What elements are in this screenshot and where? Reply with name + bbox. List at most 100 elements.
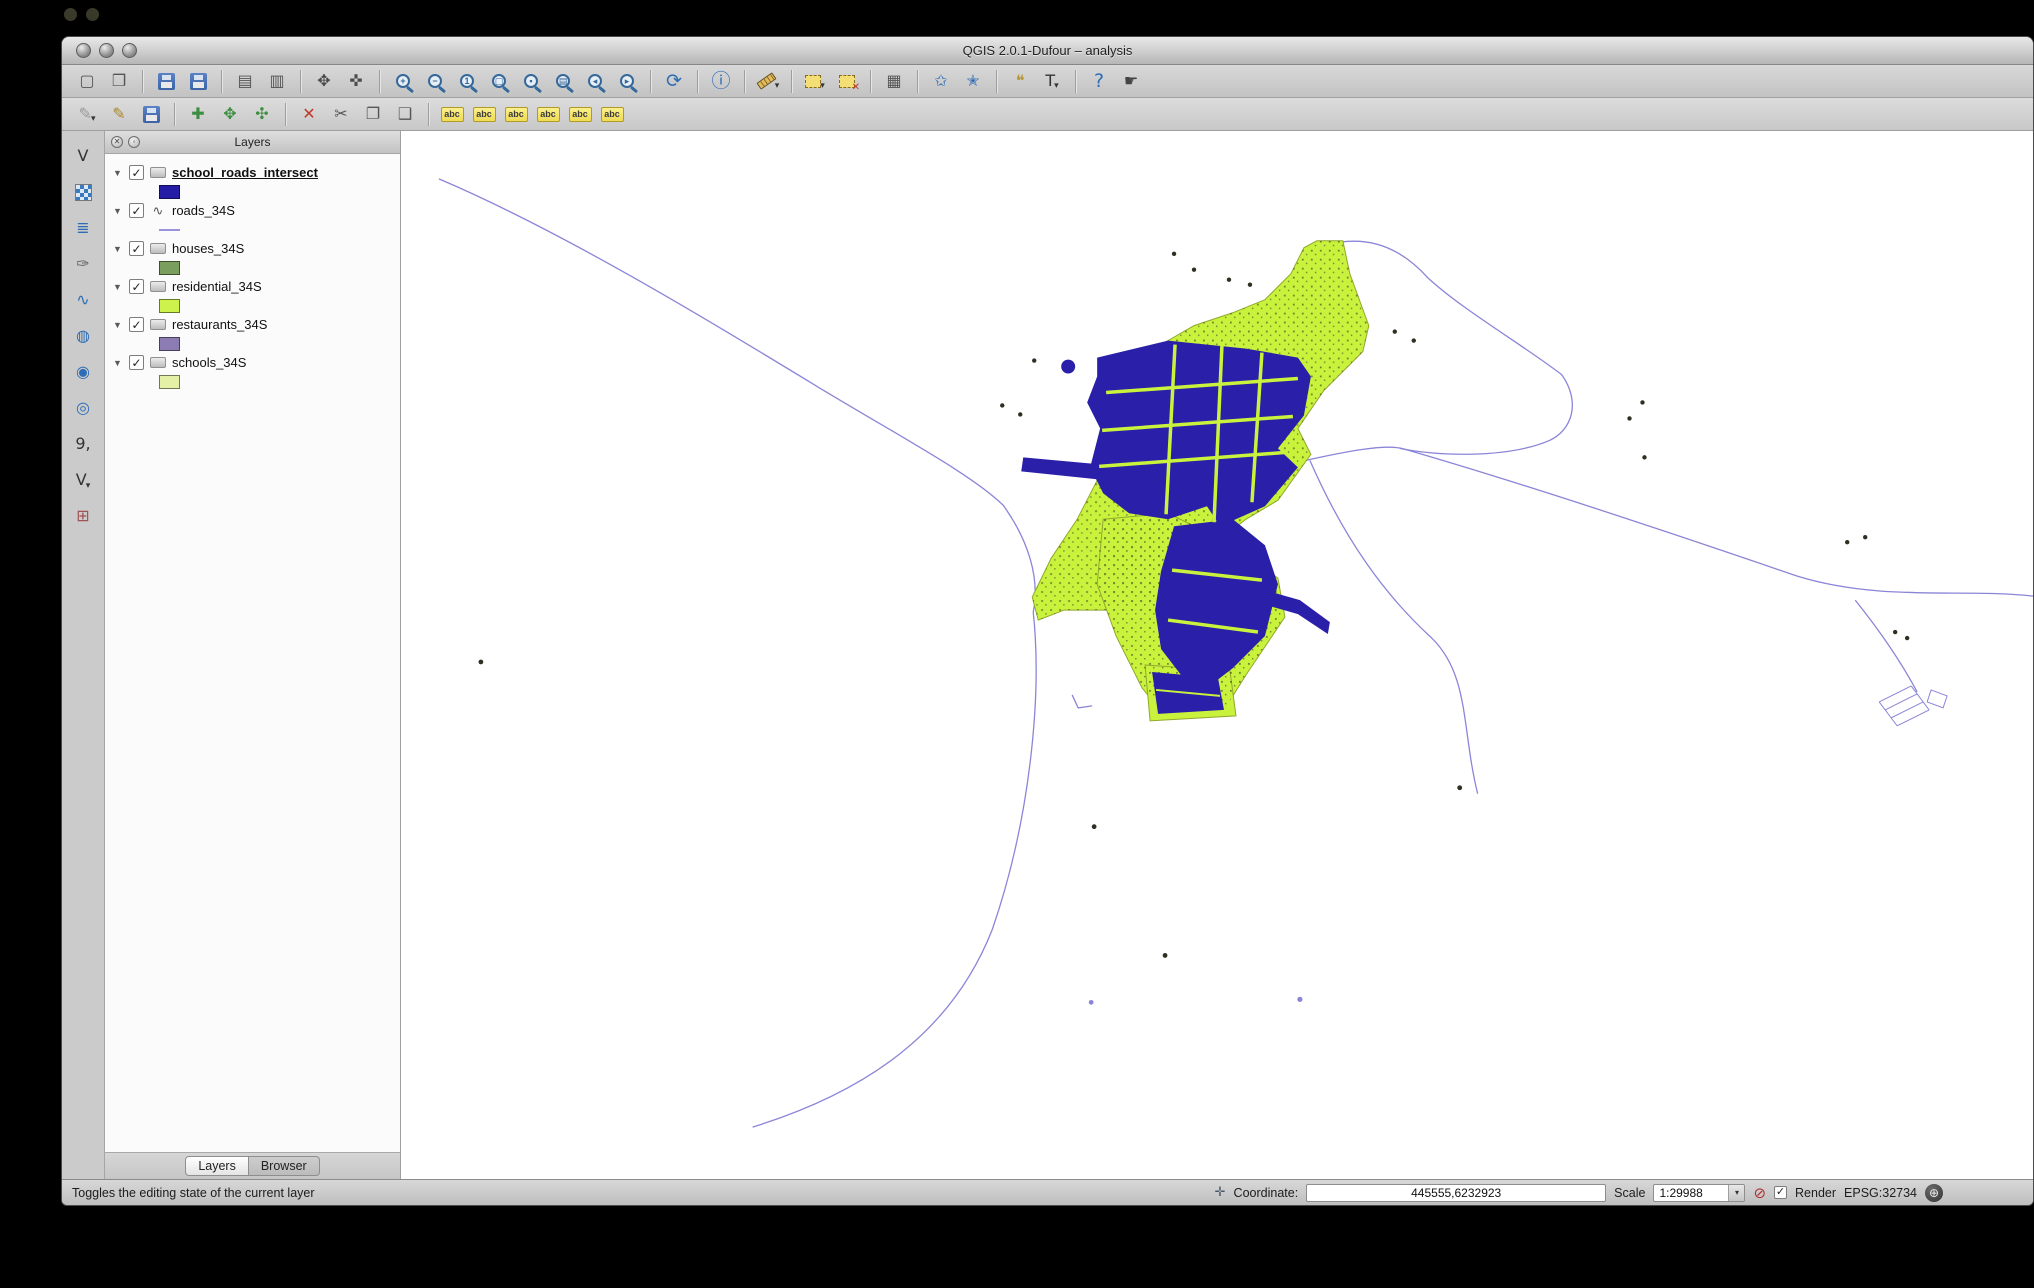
map-canvas[interactable]	[401, 131, 2033, 1179]
add-wfs-layer-button[interactable]: ◎	[68, 393, 98, 423]
add-postgis-layer-button[interactable]: ≣	[68, 213, 98, 243]
label-properties-button[interactable]: abc	[597, 100, 627, 128]
zoom-next-button[interactable]: ▸	[612, 67, 642, 95]
zoom-native-button[interactable]: 1	[452, 67, 482, 95]
zoom-full-button[interactable]: ▢	[484, 67, 514, 95]
zoom-window-button[interactable]	[122, 43, 137, 58]
new-print-composer-button[interactable]: ▤	[230, 67, 260, 95]
zoom-last-button[interactable]: ◂	[580, 67, 610, 95]
render-checkbox[interactable]: ✓	[1774, 1186, 1787, 1199]
add-raster-layer-button[interactable]	[68, 177, 98, 207]
layer-name[interactable]: restaurants_34S	[172, 317, 267, 332]
layer-icon	[150, 243, 166, 254]
layer-row[interactable]: ▼ ✓ restaurants_34S	[113, 314, 400, 335]
layer-row[interactable]: ▼ ✓ schools_34S	[113, 352, 400, 373]
save-layer-edits-button[interactable]	[136, 100, 166, 128]
save-project-button[interactable]	[151, 67, 181, 95]
pan-to-selection-button[interactable]: ✜	[341, 67, 371, 95]
text-annotation-button[interactable]: T▾	[1037, 67, 1067, 95]
crs-status-icon[interactable]: ⊕	[1925, 1184, 1943, 1202]
layer-row[interactable]: ▼ ✓ houses_34S	[113, 238, 400, 259]
add-wcs-layer-button[interactable]: ◉	[68, 357, 98, 387]
cut-features-button[interactable]: ✂	[326, 100, 356, 128]
layer-visibility-checkbox[interactable]: ✓	[129, 279, 144, 294]
open-attribute-table-button[interactable]: ▦	[879, 67, 909, 95]
map-tips-button[interactable]: ❝	[1005, 67, 1035, 95]
pan-map-button[interactable]: ✥	[309, 67, 339, 95]
composer-manager-button[interactable]: ▥	[262, 67, 292, 95]
disclosure-triangle-icon[interactable]: ▼	[113, 168, 123, 178]
layer-visibility-checkbox[interactable]: ✓	[129, 355, 144, 370]
scale-dropdown-arrow-icon[interactable]: ▾	[1728, 1185, 1744, 1201]
layer-name[interactable]: roads_34S	[172, 203, 235, 218]
deselect-features-button[interactable]: ✕	[832, 67, 862, 95]
disclosure-triangle-icon[interactable]: ▼	[113, 282, 123, 292]
add-vector-layer-button[interactable]: V	[68, 141, 98, 171]
panel-float-button[interactable]: ◦	[128, 136, 140, 148]
help-contents-button[interactable]: ?	[1084, 67, 1114, 95]
close-button[interactable]	[76, 43, 91, 58]
disclosure-triangle-icon[interactable]: ▼	[113, 206, 123, 216]
new-project-button[interactable]: ▢	[72, 67, 102, 95]
new-project-icon: ▢	[79, 73, 94, 89]
save-project-as-button[interactable]	[183, 67, 213, 95]
layer-labeling-button[interactable]: abc	[437, 100, 467, 128]
refresh-map-button[interactable]: ⟳	[659, 67, 689, 95]
label-move-button[interactable]: abc	[533, 100, 563, 128]
zoom-to-selection-button[interactable]: ▪	[516, 67, 546, 95]
open-project-button[interactable]: ❒	[104, 67, 134, 95]
zoom-out-button[interactable]: −	[420, 67, 450, 95]
label-highlight-button[interactable]: abc	[501, 100, 531, 128]
layer-row[interactable]: ▼ ✓ school_roads_intersect	[113, 162, 400, 183]
whats-this-button[interactable]: ☛	[1116, 67, 1146, 95]
add-wms-layer-button[interactable]: ◍	[68, 321, 98, 351]
layer-name[interactable]: school_roads_intersect	[172, 165, 318, 180]
layers-panel-header[interactable]: ✕ ◦ Layers	[105, 131, 400, 154]
layer-visibility-checkbox[interactable]: ✓	[129, 165, 144, 180]
zoom-in-button[interactable]: +	[388, 67, 418, 95]
label-pin-button[interactable]: abc	[469, 100, 499, 128]
layer-name[interactable]: houses_34S	[172, 241, 244, 256]
zoom-to-layer-button[interactable]: ▤	[548, 67, 578, 95]
disclosure-triangle-icon[interactable]: ▼	[113, 244, 123, 254]
add-mssql-layer-button[interactable]: ∿	[68, 285, 98, 315]
layer-name[interactable]: schools_34S	[172, 355, 246, 370]
tab-layers[interactable]: Layers	[185, 1156, 249, 1176]
new-shapefile-layer-button[interactable]: ⊞	[68, 501, 98, 531]
label-rotate-button[interactable]: abc	[565, 100, 595, 128]
layer-visibility-checkbox[interactable]: ✓	[129, 203, 144, 218]
tab-browser[interactable]: Browser	[249, 1156, 320, 1176]
add-spatialite-layer-button[interactable]: ✑	[68, 249, 98, 279]
minimize-button[interactable]	[99, 43, 114, 58]
add-feature-button[interactable]: ✚	[183, 100, 213, 128]
layer-row[interactable]: ▼ ✓ residential_34S	[113, 276, 400, 297]
new-bookmark-button[interactable]: ✩	[926, 67, 956, 95]
scale-combobox[interactable]: 1:29988 ▾	[1653, 1184, 1745, 1202]
copy-features-button[interactable]: ❐	[358, 100, 388, 128]
disclosure-triangle-icon[interactable]: ▼	[113, 358, 123, 368]
coordinate-input[interactable]	[1306, 1184, 1606, 1202]
add-vector-dropdown-button[interactable]: V▾	[68, 465, 98, 495]
stop-render-icon[interactable]: ⊘	[1753, 1184, 1766, 1202]
layer-name[interactable]: residential_34S	[172, 279, 262, 294]
panel-close-button[interactable]: ✕	[111, 136, 123, 148]
toggle-editing-button[interactable]: ✎	[104, 100, 134, 128]
coordinate-capture-icon[interactable]: ✛	[1215, 1185, 1226, 1200]
measure-line-button[interactable]: ▾	[753, 67, 783, 95]
layer-visibility-checkbox[interactable]: ✓	[129, 317, 144, 332]
node-tool-button[interactable]: ✣	[247, 100, 277, 128]
show-bookmarks-button[interactable]: ✭	[958, 67, 988, 95]
move-feature-button[interactable]: ✥	[215, 100, 245, 128]
copy-features-icon: ❐	[366, 106, 380, 122]
paste-features-button[interactable]: ❑	[390, 100, 420, 128]
select-features-button[interactable]: ▾	[800, 67, 830, 95]
layer-visibility-checkbox[interactable]: ✓	[129, 241, 144, 256]
delete-selected-button[interactable]: ✕	[294, 100, 324, 128]
add-delimited-text-layer-button[interactable]: 9,	[68, 429, 98, 459]
title-bar[interactable]: QGIS 2.0.1-Dufour – analysis	[62, 37, 2033, 65]
node-tool-icon: ✣	[255, 106, 268, 122]
identify-features-button[interactable]: ⓘ	[706, 67, 736, 95]
current-edits-button[interactable]: ✎▾	[72, 100, 102, 128]
disclosure-triangle-icon[interactable]: ▼	[113, 320, 123, 330]
layer-row[interactable]: ▼✓∿roads_34S	[113, 200, 400, 221]
